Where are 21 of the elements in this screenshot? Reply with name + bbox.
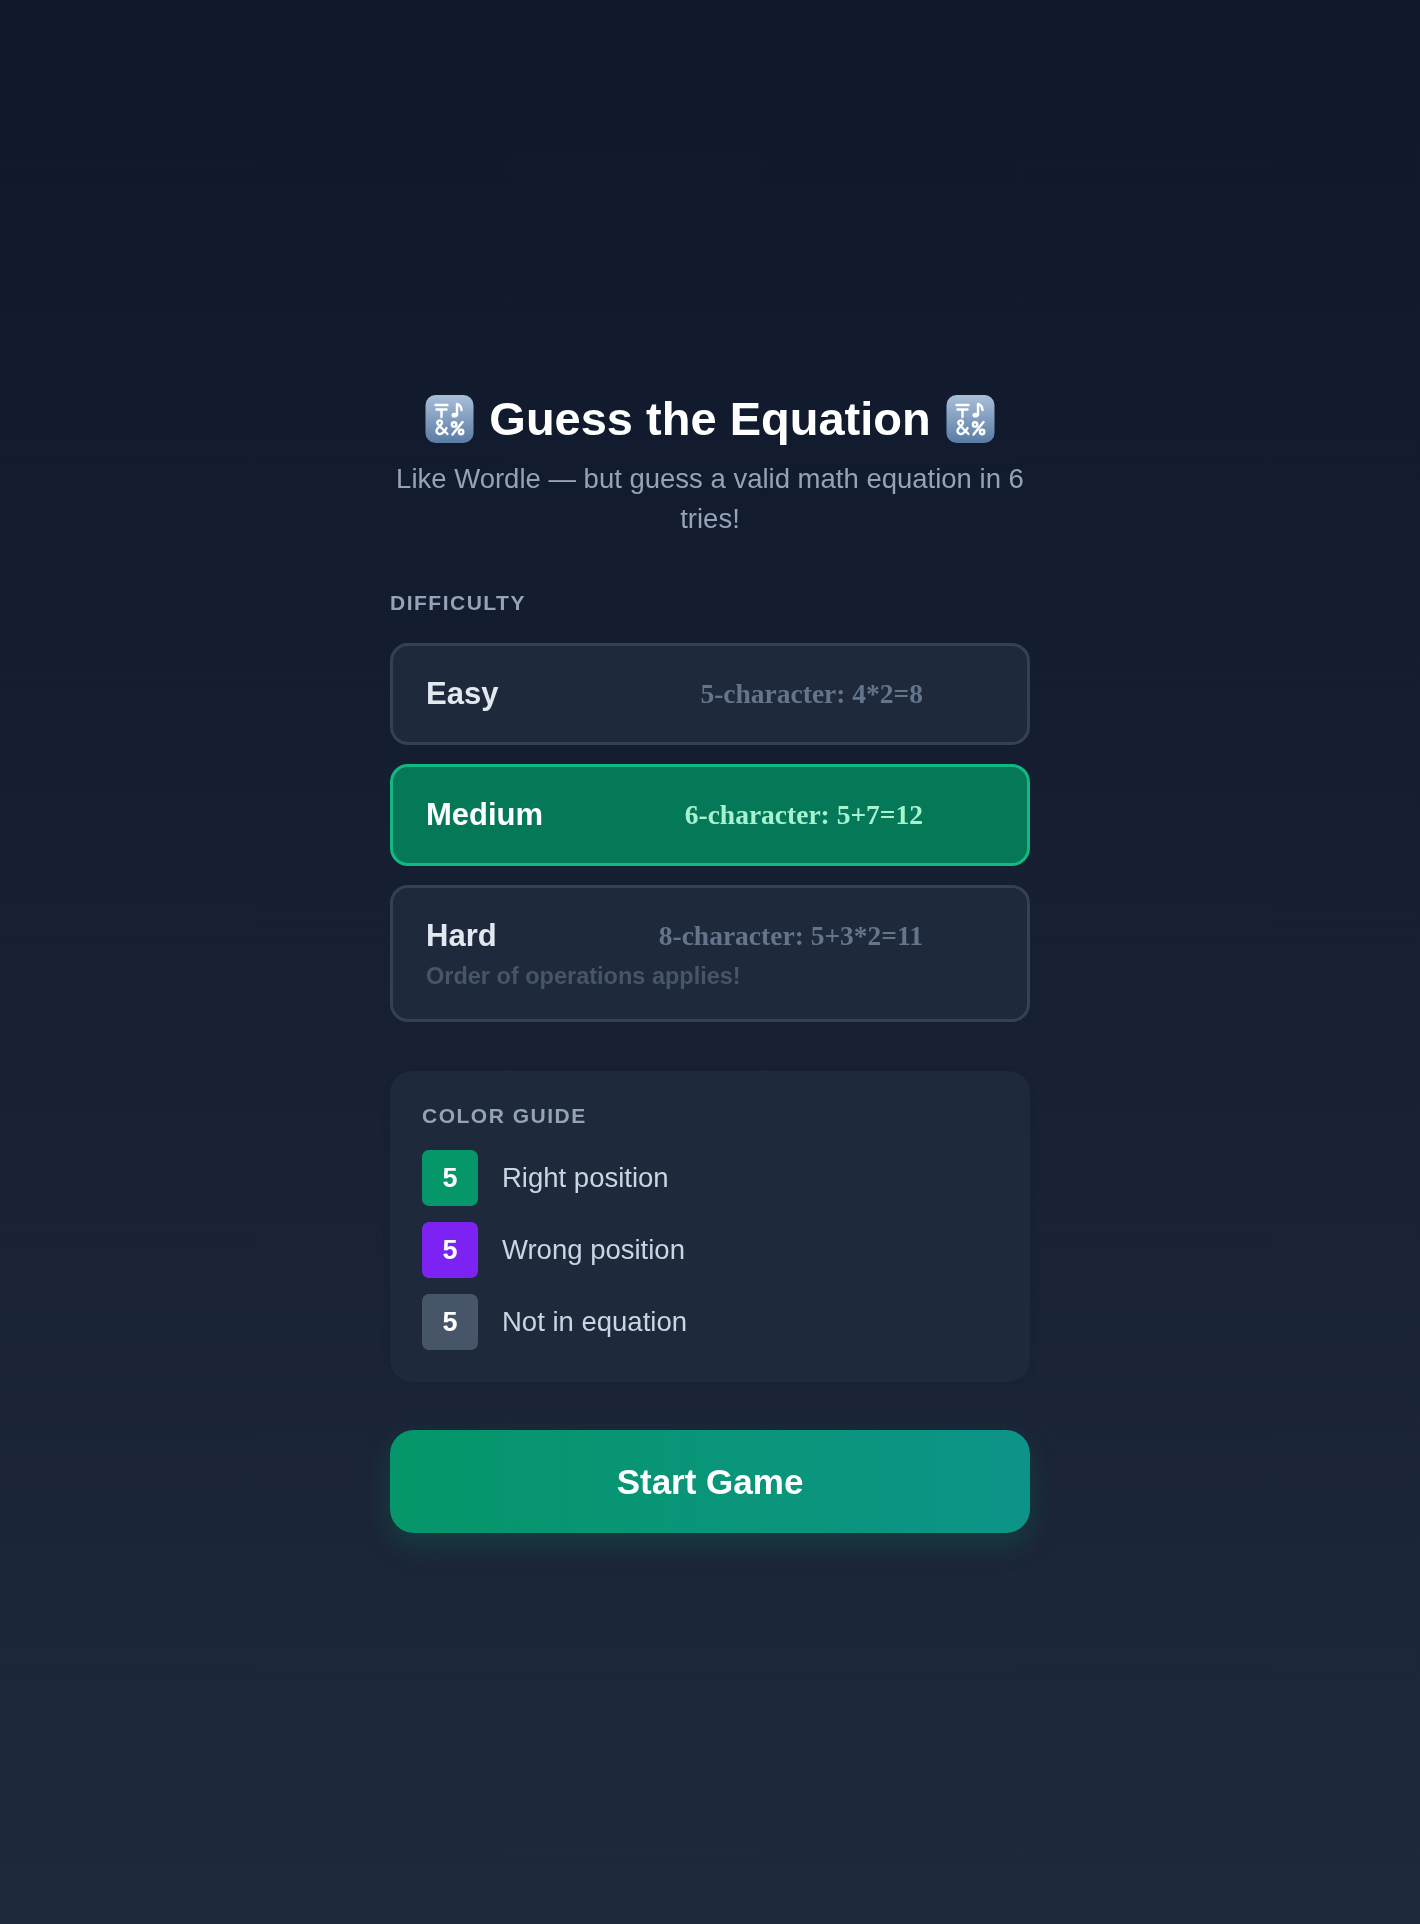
- difficulty-name: Hard: [426, 917, 498, 955]
- difficulty-option[interactable]: Easy 5-character: 4*2=8: [390, 643, 1030, 745]
- section-label: DIFFICULTY: [390, 590, 527, 615]
- subtitle: Like Wordle — but guess a valid math equation in 6 tries!: [395, 462, 1025, 536]
- legend-label: Right position: [502, 1161, 669, 1195]
- app-title: Guess the Equation: [489, 391, 931, 447]
- difficulty-description: 5-character: 4*2=8: [700, 677, 923, 711]
- legend-label: Not in equation: [502, 1305, 687, 1339]
- symbols-icon: [425, 395, 475, 443]
- digit-tile: 5: [422, 1294, 478, 1350]
- section-label: COLOR GUIDE: [422, 1103, 588, 1128]
- difficulty-name: Medium: [426, 796, 545, 834]
- difficulty-description: 8-character: 5+3*2=11: [658, 919, 923, 953]
- symbols-icon: [945, 395, 995, 443]
- difficulty-name: Easy: [426, 675, 500, 713]
- difficulty-description: 6-character: 5+7=12: [684, 798, 923, 832]
- legend-label: Wrong position: [502, 1233, 685, 1267]
- start-game-button[interactable]: Start Game: [390, 1430, 1030, 1533]
- digit-tile: 5: [422, 1222, 478, 1278]
- difficulty-option[interactable]: Medium 6-character: 5+7=12: [390, 764, 1030, 866]
- digit-tile: 5: [422, 1150, 478, 1206]
